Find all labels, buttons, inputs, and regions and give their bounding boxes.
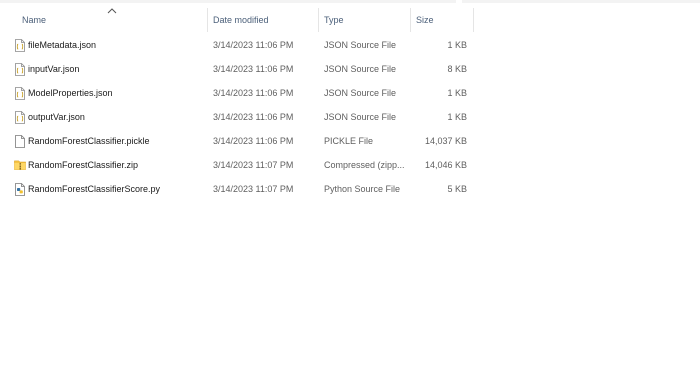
file-row[interactable]: RandomForestClassifierScore.py 3/14/2023 …: [0, 177, 475, 201]
file-row[interactable]: RandomForestClassifier.zip 3/14/2023 11:0…: [0, 153, 475, 177]
file-date-modified: 3/14/2023 11:06 PM: [213, 88, 294, 98]
file-date-modified: 3/14/2023 11:07 PM: [213, 184, 294, 194]
file-name: ModelProperties.json: [28, 88, 113, 98]
file-type: JSON Source File: [324, 112, 397, 122]
python-file-icon: [14, 183, 26, 196]
file-type: JSON Source File: [324, 88, 397, 98]
file-name: RandomForestClassifier.zip: [28, 160, 139, 170]
json-file-icon: [14, 111, 26, 124]
generic-file-icon: [14, 135, 26, 148]
file-size: 1 KB: [447, 112, 467, 122]
file-size: 8 KB: [447, 64, 467, 74]
date-column-header[interactable]: Date modified: [209, 8, 319, 32]
file-date-modified: 3/14/2023 11:07 PM: [213, 160, 294, 170]
file-type: PICKLE File: [324, 136, 374, 146]
file-name: RandomForestClassifier.pickle: [28, 136, 150, 146]
file-name: RandomForestClassifierScore.py: [28, 184, 161, 194]
zip-folder-icon: [14, 159, 26, 172]
file-date-modified: 3/14/2023 11:06 PM: [213, 112, 294, 122]
file-size: 5 KB: [447, 184, 467, 194]
json-file-icon: [14, 87, 26, 100]
top-strip-right: [462, 0, 700, 3]
column-header: Name Date modified Type Size: [0, 8, 475, 32]
type-column-header[interactable]: Type: [320, 8, 411, 32]
file-size: 14,046 KB: [424, 160, 467, 170]
file-name: inputVar.json: [28, 64, 80, 74]
json-file-icon: [14, 39, 26, 52]
file-date-modified: 3/14/2023 11:06 PM: [213, 40, 294, 50]
top-strip: [0, 0, 700, 3]
file-date-modified: 3/14/2023 11:06 PM: [213, 64, 294, 74]
top-strip-left: [0, 0, 456, 3]
file-date-modified: 3/14/2023 11:06 PM: [213, 136, 294, 146]
file-row[interactable]: inputVar.json 3/14/2023 11:06 PM JSON Sour…: [0, 57, 475, 81]
file-row[interactable]: outputVar.json 3/14/2023 11:06 PM JSON Sou…: [0, 105, 475, 129]
file-size: 1 KB: [447, 40, 467, 50]
file-type: Compressed (zipp...: [324, 160, 405, 170]
file-type: Python Source File: [324, 184, 401, 194]
name-column-header[interactable]: Name: [18, 8, 208, 32]
file-type: JSON Source File: [324, 64, 397, 74]
file-name: fileMetadata.json: [28, 40, 97, 50]
file-row[interactable]: RandomForestClassifier.pickle 3/14/2023 1…: [0, 129, 475, 153]
file-size: 14,037 KB: [424, 136, 467, 146]
size-column-header[interactable]: Size: [412, 8, 474, 32]
file-size: 1 KB: [447, 88, 467, 98]
file-name: outputVar.json: [28, 112, 85, 122]
json-file-icon: [14, 63, 26, 76]
file-row[interactable]: ModelProperties.json 3/14/2023 11:06 PM JS…: [0, 81, 475, 105]
file-row[interactable]: fileMetadata.json 3/14/2023 11:06 PM JSON …: [0, 33, 475, 57]
file-type: JSON Source File: [324, 40, 397, 50]
